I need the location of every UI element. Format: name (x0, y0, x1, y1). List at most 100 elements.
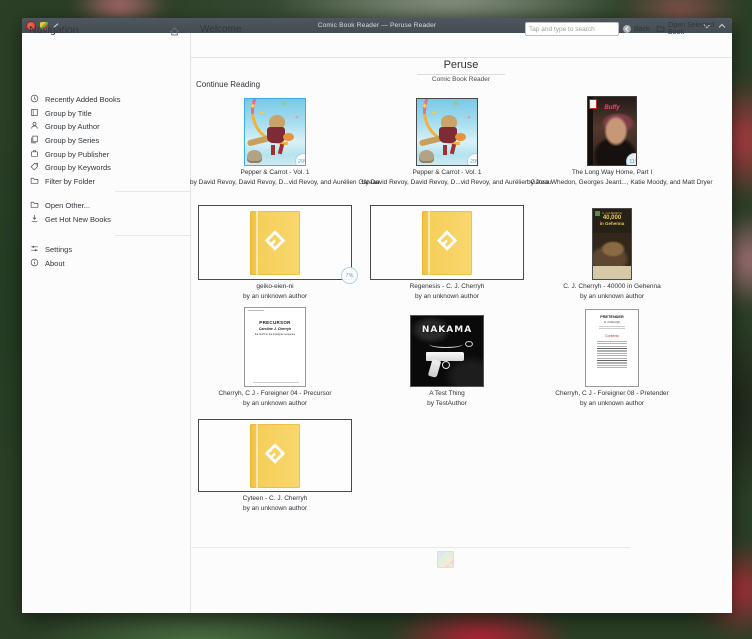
book-author: by an unknown author (415, 292, 479, 300)
book-cover-buffy[interactable]: Buffy 11% (587, 96, 637, 166)
sidebar-item-group-publisher[interactable]: Group by Publisher (22, 147, 190, 161)
sidebar-item-label: Group by Keywords (45, 163, 111, 173)
book-cover-epub[interactable] (370, 205, 524, 280)
sidebar-item-group-title[interactable]: Group by Title (22, 107, 190, 121)
clock-icon (30, 94, 39, 105)
info-icon (30, 258, 39, 269)
app-title: Peruse (443, 59, 479, 71)
epub-logo-icon (264, 442, 286, 469)
book-cover-pepper-carrot[interactable]: ✦✦ ✦✦ 29% (244, 98, 306, 166)
footer-divider (190, 547, 630, 548)
sidebar-item-get-hot-new-books[interactable]: Get Hot New Books (22, 213, 190, 227)
book-author: by David Revoy, David Revoy, D...vid Rev… (362, 178, 552, 186)
ghost-image-icon (437, 551, 454, 568)
book-card[interactable]: PRECURSOR Caroline J. Cherryh the fourth… (190, 307, 360, 407)
sidebar-item-group-series[interactable]: Group by Series (22, 134, 190, 148)
page-title: Welcome (200, 24, 242, 35)
book-card[interactable]: 7% geiko-eien-ni by an unknown author (190, 205, 360, 300)
sidebar-item-label: Group by Author (45, 122, 100, 132)
progress-badge: 11% (626, 153, 636, 165)
book-author: by TestAuthor (427, 399, 467, 407)
book-card[interactable]: ✦✦ ✦✦ 29% Pepper & Carrot - Vol. 1 by Da… (190, 95, 380, 186)
book-card[interactable]: Regenesis - C. J. Cherryh by an unknown … (362, 205, 532, 300)
book-author: by an unknown author (580, 399, 644, 407)
book-cover-gehenna[interactable]: C.J.CHERRYH 40,000 in Gehenna (592, 208, 632, 280)
epub-logo-icon (264, 229, 286, 256)
sidebar-item-label: Open Other... (45, 201, 91, 211)
book-card[interactable]: Cyteen - C. J. Cherryh by an unknown aut… (190, 419, 360, 512)
sidebar-item-label: Recently Added Books (45, 95, 121, 105)
book-title: Cherryh, C J - Foreigner 08 - Pretender (555, 390, 669, 397)
book-card[interactable]: C.J.CHERRYH 40,000 in Gehenna C. J. Cher… (527, 205, 697, 300)
back-button[interactable]: Back (623, 22, 650, 36)
book-title: geiko-eien-ni (256, 283, 294, 290)
book-title: Pepper & Carrot - Vol. 1 (412, 169, 482, 176)
book-title: The Long Way Home, Part I (571, 169, 653, 176)
home-icon[interactable] (169, 24, 181, 36)
book-author: by an unknown author (243, 292, 307, 300)
sliders-icon (30, 244, 39, 255)
sidebar-item-label: Settings (45, 245, 73, 255)
header-band (22, 33, 732, 58)
book-cover-pretender[interactable]: PRETENDER C.J.Cherryh Contents (585, 309, 639, 387)
briefcase-icon (30, 149, 39, 160)
back-icon (623, 25, 631, 33)
book-card[interactable]: PRETENDER C.J.Cherryh Contents Cherryh, … (527, 309, 697, 407)
sidebar-item-group-author[interactable]: Group by Author (22, 120, 190, 134)
search-input[interactable] (525, 22, 619, 36)
pistol-graphic (426, 350, 470, 380)
book-author: by an unknown author (243, 504, 307, 512)
progress-badge: 7% (341, 267, 358, 284)
folder-icon (30, 176, 39, 187)
book-cover-nakama[interactable]: NAKAMA (410, 315, 484, 387)
book-cover-epub[interactable] (198, 419, 352, 492)
desktop: Comic Book Reader — Peruse Reader Naviga… (0, 0, 752, 639)
book-card[interactable]: Buffy 11% The Long Way Home, Part I by J… (527, 95, 713, 186)
copies-icon (30, 135, 39, 146)
sidebar-item-label: Get Hot New Books (45, 214, 111, 224)
sidebar-item-settings[interactable]: Settings (22, 243, 190, 257)
book-author: by David Revoy, David Revoy, D...vid Rev… (190, 178, 380, 186)
sidebar-divider (115, 191, 190, 192)
pretender-header-lines (599, 325, 625, 330)
progress-badge: 29% (467, 153, 477, 165)
sidebar-item-label: Group by Publisher (45, 149, 110, 159)
section-title: Continue Reading (196, 80, 261, 89)
back-label: Back (634, 25, 650, 33)
book-cover-epub[interactable]: 7% (198, 205, 358, 284)
open-selected-book-button[interactable]: Open Selected Book (656, 22, 732, 36)
book-title: Cyteen - C. J. Cherryh (242, 495, 308, 502)
sidebar: Recently Added Books Group by Title Grou… (22, 57, 190, 613)
sidebar-item-open-other[interactable]: Open Other... (22, 199, 190, 213)
book-card[interactable]: ✦✦ ✦✦ 29% Pepper & Carrot - Vol. 1 by Da… (362, 95, 552, 186)
app-subtitle: Comic Book Reader (431, 76, 491, 83)
sidebar-item-label: About (45, 258, 65, 268)
book-title: Pepper & Carrot - Vol. 1 (240, 169, 310, 176)
sidebar-title: Navigation (29, 24, 79, 36)
sidebar-item-recently-added[interactable]: Recently Added Books (22, 93, 190, 107)
person-icon (30, 121, 39, 132)
sidebar-item-group-keywords[interactable]: Group by Keywords (22, 161, 190, 175)
app-title-rule (417, 73, 505, 75)
sidebar-divider (115, 235, 190, 236)
folder-icon (656, 24, 665, 35)
sidebar-item-filter-folder[interactable]: Filter by Folder (22, 175, 190, 189)
pretender-contents-lines (597, 340, 627, 369)
folder-open-icon (30, 200, 39, 211)
sidebar-item-label: Filter by Folder (45, 176, 96, 186)
book-card[interactable]: NAKAMA A Test Thing by TestAuthor (362, 310, 532, 407)
book-cover-pepper-carrot[interactable]: ✦✦ ✦✦ 29% (416, 98, 478, 166)
book-author: by an unknown author (243, 399, 307, 407)
book-author: by an unknown author (580, 292, 644, 300)
book-icon (30, 108, 39, 119)
epub-logo-icon (436, 229, 458, 256)
sidebar-item-about[interactable]: About (22, 257, 190, 271)
open-selected-book-label: Open Selected Book (668, 22, 715, 36)
sidebar-item-label: Group by Series (45, 136, 100, 146)
book-cover-precursor[interactable]: PRECURSOR Caroline J. Cherryh the fourth… (244, 307, 306, 387)
peruse-window: Comic Book Reader — Peruse Reader Naviga… (22, 18, 732, 613)
tag-icon (30, 162, 39, 173)
sidebar-item-label: Group by Title (45, 108, 92, 118)
book-author: by Joss Whedon, Georges Jeant..., Katie … (527, 178, 713, 186)
progress-badge: 29% (295, 153, 305, 165)
